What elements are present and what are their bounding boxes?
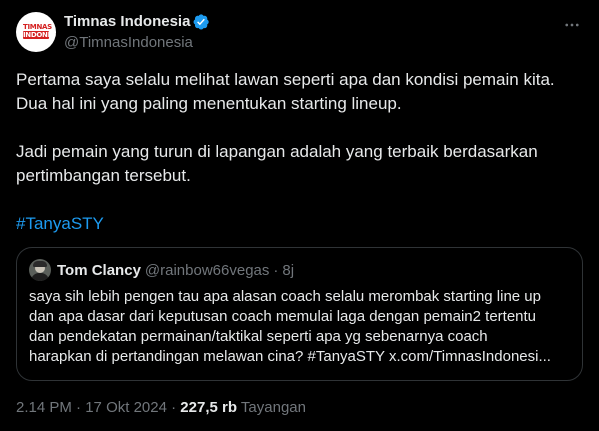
more-horizontal-icon bbox=[565, 23, 579, 27]
author-avatar[interactable]: TIMNAS INDONESIA bbox=[16, 12, 56, 52]
tweet-meta: 2.14 PM · 17 Okt 2024 · 227,5 rb Tayanga… bbox=[16, 398, 306, 418]
tweet-card: TIMNAS INDONESIA Timnas Indonesia @Timna… bbox=[0, 0, 599, 431]
verified-badge-icon bbox=[193, 14, 210, 30]
hashtag-link[interactable]: #TanyaSTY bbox=[16, 212, 583, 236]
quoted-author-name: Tom Clancy bbox=[57, 261, 141, 279]
logo-text-bottom: INDONESIA bbox=[23, 31, 56, 39]
quoted-tweet-header: Tom Clancy @rainbow66vegas · 8j bbox=[29, 259, 295, 281]
author-handle[interactable]: @TimnasIndonesia bbox=[64, 33, 210, 53]
logo-text-top: TIMNAS bbox=[23, 23, 52, 31]
quoted-author-handle: @rainbow66vegas bbox=[144, 261, 270, 279]
timnas-logo-icon: TIMNAS INDONESIA bbox=[23, 23, 56, 41]
tweet-paragraph-1: Pertama saya selalu melihat lawan sepert… bbox=[16, 70, 555, 113]
quoted-tweet[interactable]: Tom Clancy @rainbow66vegas · 8j saya sih… bbox=[16, 247, 583, 381]
quoted-text-line: dan apa dasar dari keputusan coach memul… bbox=[29, 308, 537, 325]
quoted-text-line: dan pendekatan permainan/taktikal sepert… bbox=[29, 328, 488, 345]
tweet-paragraph-2: Jadi pemain yang turun di lapangan adala… bbox=[16, 142, 538, 185]
author-display-name[interactable]: Timnas Indonesia bbox=[64, 12, 190, 32]
quoted-text-line: harapkan di pertandingan melawan cina? #… bbox=[29, 348, 551, 365]
author-names: Timnas Indonesia @TimnasIndonesia bbox=[64, 12, 210, 53]
more-options-button[interactable] bbox=[561, 14, 583, 36]
quoted-author-avatar bbox=[29, 259, 51, 281]
quoted-timestamp: 8j bbox=[282, 261, 295, 279]
tweet-text: Pertama saya selalu melihat lawan sepert… bbox=[16, 68, 583, 236]
meta-separator: · bbox=[76, 399, 82, 416]
quoted-text-line: saya sih lebih pengen tau apa alasan coa… bbox=[29, 288, 541, 305]
meta-separator: · bbox=[171, 399, 177, 416]
views-count: 227,5 rb bbox=[180, 399, 238, 416]
views-label: Tayangan bbox=[240, 399, 306, 416]
quoted-tweet-text: saya sih lebih pengen tau apa alasan coa… bbox=[29, 287, 572, 367]
tweet-date[interactable]: 17 Okt 2024 bbox=[85, 399, 167, 416]
tweet-header: TIMNAS INDONESIA Timnas Indonesia @Timna… bbox=[16, 12, 583, 56]
tweet-time[interactable]: 2.14 PM bbox=[16, 399, 72, 416]
quoted-separator: · bbox=[273, 261, 279, 279]
